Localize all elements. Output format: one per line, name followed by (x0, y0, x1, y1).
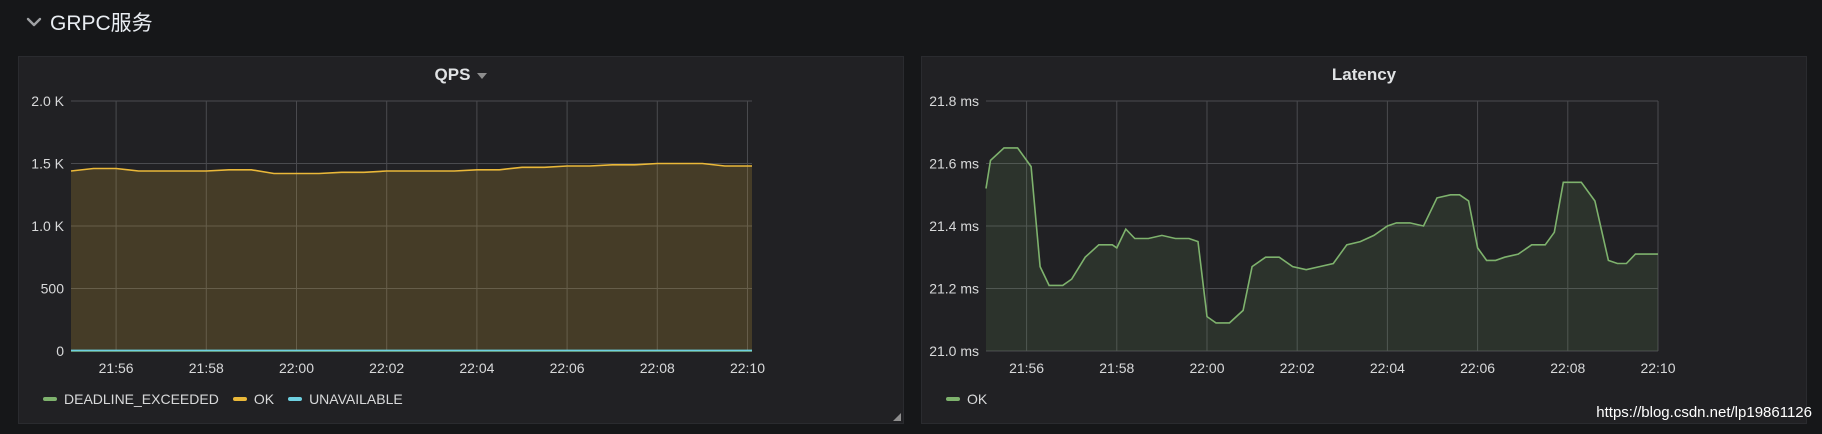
x-tick-label: 22:06 (550, 360, 585, 376)
row-title: GRPC服务 (50, 12, 153, 35)
x-tick-label: 22:06 (1460, 360, 1495, 376)
series-area-ok (71, 163, 752, 351)
watermark-text: https://blog.csdn.net/lp19861126 (1596, 404, 1812, 421)
legend-label: DEADLINE_EXCEEDED (64, 391, 219, 407)
qps-legend: DEADLINE_EXCEEDED OK UNAVAILABLE (43, 391, 403, 407)
x-tick-label: 21:58 (1099, 360, 1134, 376)
y-tick-label: 1.0 K (31, 218, 64, 234)
y-tick-label: 0 (56, 343, 64, 359)
series-area-ok (986, 147, 1658, 351)
legend-item-deadline-exceeded[interactable]: DEADLINE_EXCEEDED (43, 391, 219, 407)
latency-panel: Latency 21.0 ms 21.2 ms 21.4 ms 21.6 ms 21.8… (921, 56, 1807, 424)
latency-graph[interactable]: 21.0 ms 21.2 ms 21.4 ms 21.6 ms 21.8 ms 21:56… (922, 57, 1808, 425)
x-tick-label: 21:56 (99, 360, 134, 376)
legend-swatch (946, 397, 960, 401)
x-tick-label: 21:56 (1009, 360, 1044, 376)
y-tick-label: 500 (41, 281, 65, 297)
legend-label: UNAVAILABLE (309, 391, 403, 407)
x-tick-label: 22:04 (459, 360, 494, 376)
legend-swatch (43, 397, 57, 401)
y-tick-label: 21.2 ms (929, 281, 979, 297)
row-header[interactable]: GRPC服务 (24, 6, 153, 38)
y-tick-label: 21.6 ms (929, 156, 979, 172)
x-tick-label: 22:10 (1640, 360, 1675, 376)
legend-label: OK (967, 391, 988, 407)
x-tick-label: 22:08 (1550, 360, 1585, 376)
legend-item-ok[interactable]: OK (946, 391, 987, 407)
y-tick-label: 21.8 ms (929, 93, 979, 109)
resize-handle-icon[interactable] (893, 413, 901, 421)
x-tick-label: 22:10 (730, 360, 765, 376)
x-tick-label: 22:02 (1280, 360, 1315, 376)
legend-item-ok[interactable]: OK (232, 391, 275, 407)
x-tick-label: 21:58 (189, 360, 224, 376)
legend-label: OK (253, 391, 275, 407)
qps-graph[interactable]: 0 500 1.0 K 1.5 K 2.0 K 21:56 21:58 22:00 22:02 2… (19, 57, 905, 425)
legend-swatch (288, 397, 303, 401)
x-tick-label: 22:00 (279, 360, 314, 376)
x-tick-label: 22:04 (1370, 360, 1405, 376)
y-tick-label: 21.0 ms (929, 343, 979, 359)
y-tick-label: 21.4 ms (929, 218, 979, 234)
latency-legend: OK (946, 391, 987, 407)
x-tick-label: 22:00 (1189, 360, 1224, 376)
y-tick-label: 2.0 K (31, 93, 64, 109)
legend-swatch (232, 397, 247, 401)
x-tick-label: 22:08 (640, 360, 675, 376)
y-tick-label: 1.5 K (31, 156, 64, 172)
chevron-down-icon[interactable] (24, 12, 44, 32)
x-tick-label: 22:02 (369, 360, 404, 376)
legend-item-unavailable[interactable]: UNAVAILABLE (288, 391, 403, 407)
qps-panel: QPS 0 500 1.0 K 1.5 K 2.0 K 21:56 21:58 22:00 22… (18, 56, 904, 424)
